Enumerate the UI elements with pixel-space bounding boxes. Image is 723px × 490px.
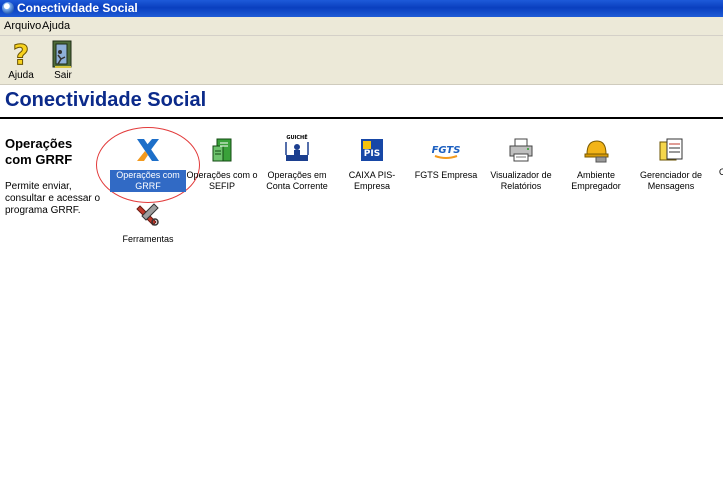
- item-gerenciador-mensagens[interactable]: Gerenciador de Mensagens: [633, 136, 709, 192]
- guiche-icon: GUICHÊ: [285, 133, 309, 161]
- exit-door-icon: [52, 40, 72, 68]
- item-ambiente-empregador[interactable]: Ambiente Empregador: [558, 136, 634, 192]
- item-visualizador-relatorios[interactable]: Visualizador de Relatórios: [483, 136, 559, 192]
- window-title: Conectividade Social: [17, 1, 138, 15]
- menu-ajuda[interactable]: Ajuda: [40, 17, 72, 35]
- item-operacoes-conta-corrente[interactable]: GUICHÊ Operações em Conta Corrente: [259, 133, 335, 192]
- menu-bar: Arquivo Ajuda: [0, 17, 723, 36]
- selected-item-description: Permite enviar, consultar e acessar o pr…: [5, 181, 101, 216]
- menu-arquivo[interactable]: Arquivo: [2, 17, 43, 35]
- item-operacoes-grrf[interactable]: Operações com GRRF: [110, 136, 186, 192]
- item-label: Operações com o SEFIP: [186, 170, 258, 191]
- pis-icon-text: PIS: [364, 149, 380, 159]
- item-label: Operações em Conta Corrente: [266, 170, 328, 191]
- guiche-icon-text: GUICHÊ: [286, 133, 308, 141]
- app-globe-icon: [2, 2, 14, 14]
- item-label: Ferramentas: [122, 234, 174, 244]
- tools-icon: [136, 203, 159, 226]
- item-label: FGTS Empresa: [414, 170, 478, 180]
- printer-icon: [509, 138, 533, 162]
- item-fgts-empresa[interactable]: FGTS FGTS Empresa: [408, 136, 484, 181]
- help-button-label: Ajuda: [8, 70, 34, 81]
- item-label: Operações com GRRF: [110, 170, 186, 192]
- caixa-x-icon: [137, 139, 159, 161]
- item-label: Ambiente Empregador: [571, 170, 621, 191]
- item-label: Gerenciador de Mensagens: [639, 170, 703, 191]
- fgts-icon: FGTS: [432, 145, 460, 159]
- message-icon: [659, 138, 683, 161]
- help-question-icon: ?: [12, 38, 29, 72]
- helmet-icon: [584, 140, 609, 163]
- item-operacoes-sefip[interactable]: Operações com o SEFIP: [184, 136, 260, 192]
- item-partially-visible[interactable]: O: [706, 136, 723, 178]
- item-ferramentas[interactable]: Ferramentas: [110, 200, 186, 245]
- heading-divider: [0, 117, 723, 119]
- window-titlebar[interactable]: Conectividade Social: [0, 0, 723, 17]
- toolbar: ? Ajuda Sair: [0, 36, 723, 85]
- exit-button-label: Sair: [54, 70, 72, 81]
- item-caixa-pis-empresa[interactable]: PIS CAIXA PIS-Empresa: [334, 136, 410, 192]
- item-label: CAIXA PIS-Empresa: [348, 170, 396, 191]
- fgts-icon-text: FGTS: [432, 145, 460, 156]
- svg-text:?: ?: [13, 38, 29, 70]
- item-label: Visualizador de Relatórios: [490, 170, 552, 191]
- page-heading: Conectividade Social: [5, 89, 207, 111]
- pis-icon: PIS: [361, 139, 383, 161]
- help-button[interactable]: ? Ajuda: [1, 38, 41, 82]
- sefip-icon: [212, 138, 232, 162]
- selected-item-title: Operações com GRRF: [5, 136, 73, 167]
- exit-button[interactable]: Sair: [43, 38, 83, 82]
